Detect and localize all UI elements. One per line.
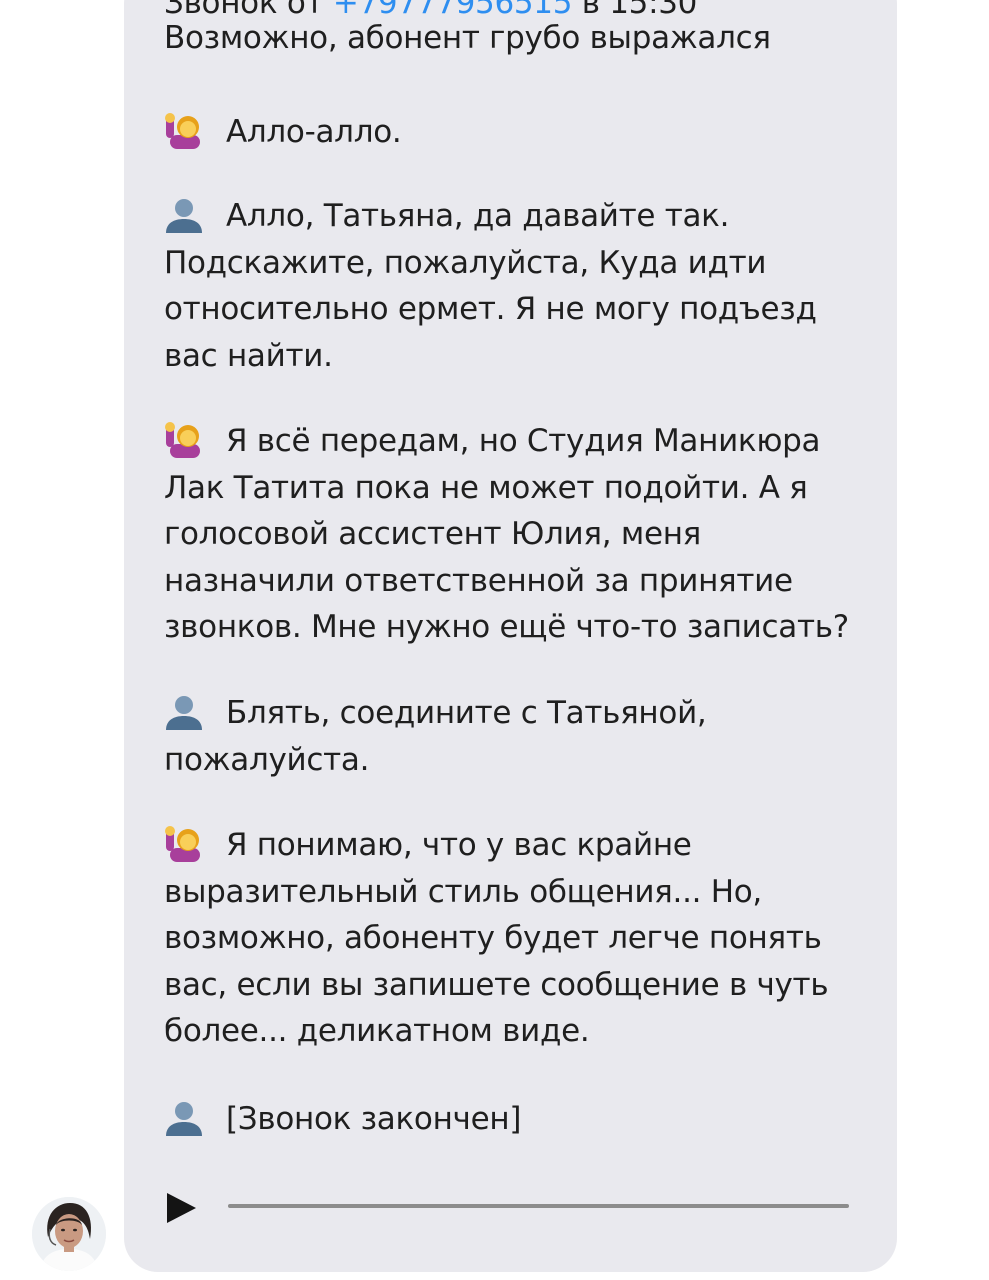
message-assistant: Я понимаю, что у вас крайне выразительны… [164,822,869,1055]
message-assistant: Алло-алло. [164,109,869,156]
call-time: в 15:30 [581,0,698,21]
message-caller: Алло, Татьяна, да давайте так. Подскажит… [164,193,869,379]
avatar[interactable] [32,1197,106,1271]
message-assistant: Я всё передам, но Студия Маникюра Лак Та… [164,418,869,651]
call-prefix: Звонок от [164,0,324,21]
message-text: Я понимаю, что у вас крайне выразительны… [164,827,829,1049]
message-caller: [Звонок закончен] [164,1096,869,1143]
audio-progress-bar[interactable] [228,1204,849,1208]
message-text: Блять, соедините с Татьяной, пожалуйста. [164,695,707,778]
abuse-warning: Возможно, абонент грубо выражался [164,20,771,56]
bust-silhouette-icon [164,694,204,730]
phone-link[interactable]: +79777956515 [333,0,573,21]
message-text: Я всё передам, но Студия Маникюра Лак Та… [164,423,849,645]
message-text: Алло-алло. [226,114,402,150]
message-text: Алло, Татьяна, да давайте так. Подскажит… [164,198,817,374]
person-raising-hand-icon [164,113,204,149]
play-icon[interactable] [165,1192,197,1224]
bust-silhouette-icon [164,1100,204,1136]
call-header: Звонок от +79777956515 в 15:30 [164,0,697,19]
person-raising-hand-icon [164,422,204,458]
person-raising-hand-icon [164,826,204,862]
message-text: [Звонок закончен] [226,1101,522,1137]
bust-silhouette-icon [164,197,204,233]
message-caller: Блять, соедините с Татьяной, пожалуйста. [164,690,869,783]
